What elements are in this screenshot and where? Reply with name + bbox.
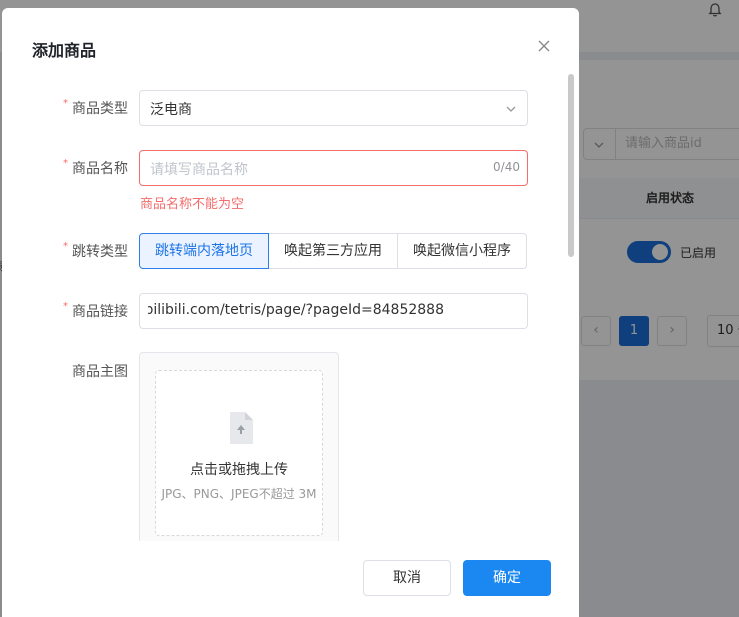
product-type-value: 泛电商 <box>150 102 192 118</box>
file-upload-icon <box>230 412 253 444</box>
modal-title: 添加商品 <box>32 41 97 60</box>
upload-instruction: 点击或拖拽上传 <box>190 462 288 478</box>
char-counter: 0/40 <box>493 160 520 174</box>
image-upload-area: 点击或拖拽上传 JPG、PNG、JPEG不超过 3M <box>139 352 339 552</box>
jump-option-third-party-app[interactable]: 唤起第三方应用 <box>268 233 398 269</box>
jump-type-label: * 跳转类型 <box>63 241 128 260</box>
image-label: 商品主图 <box>72 364 128 380</box>
product-link-value: heng.bilibili.com/tetris/page/?pageId=84… <box>148 302 444 318</box>
jump-option-landing-page[interactable]: 跳转端内落地页 <box>139 233 269 269</box>
name-label: * 商品名称 <box>63 158 128 177</box>
upload-dropzone[interactable]: 点击或拖拽上传 JPG、PNG、JPEG不超过 3M <box>155 370 323 536</box>
modal-footer: 取消 确定 <box>2 541 579 617</box>
jump-option-wechat-mini-program[interactable]: 唤起微信小程序 <box>397 233 527 269</box>
name-error-message: 商品名称不能为空 <box>140 197 245 212</box>
modal-scrollbar[interactable] <box>568 74 574 257</box>
type-label: * 商品类型 <box>63 98 128 117</box>
upload-format-tip: JPG、PNG、JPEG不超过 3M <box>161 487 317 501</box>
link-label: * 商品链接 <box>63 301 128 320</box>
cancel-button[interactable]: 取消 <box>363 560 451 596</box>
product-type-select[interactable]: 泛电商 <box>139 90 528 126</box>
jump-type-radio-group: 跳转端内落地页 唤起第三方应用 唤起微信小程序 <box>139 233 527 269</box>
product-name-input[interactable]: 请填写商品名称 0/40 <box>139 150 528 186</box>
close-icon[interactable] <box>536 38 552 54</box>
add-product-modal: 添加商品 * 商品类型 泛电商 * 商品名称 请填写商品名称 0/40 商品名称不能… <box>2 8 579 617</box>
confirm-button[interactable]: 确定 <box>463 560 551 596</box>
chevron-down-icon <box>506 106 516 112</box>
product-link-input[interactable]: heng.bilibili.com/tetris/page/?pageId=84… <box>139 293 528 329</box>
product-name-placeholder: 请填写商品名称 <box>150 162 248 178</box>
